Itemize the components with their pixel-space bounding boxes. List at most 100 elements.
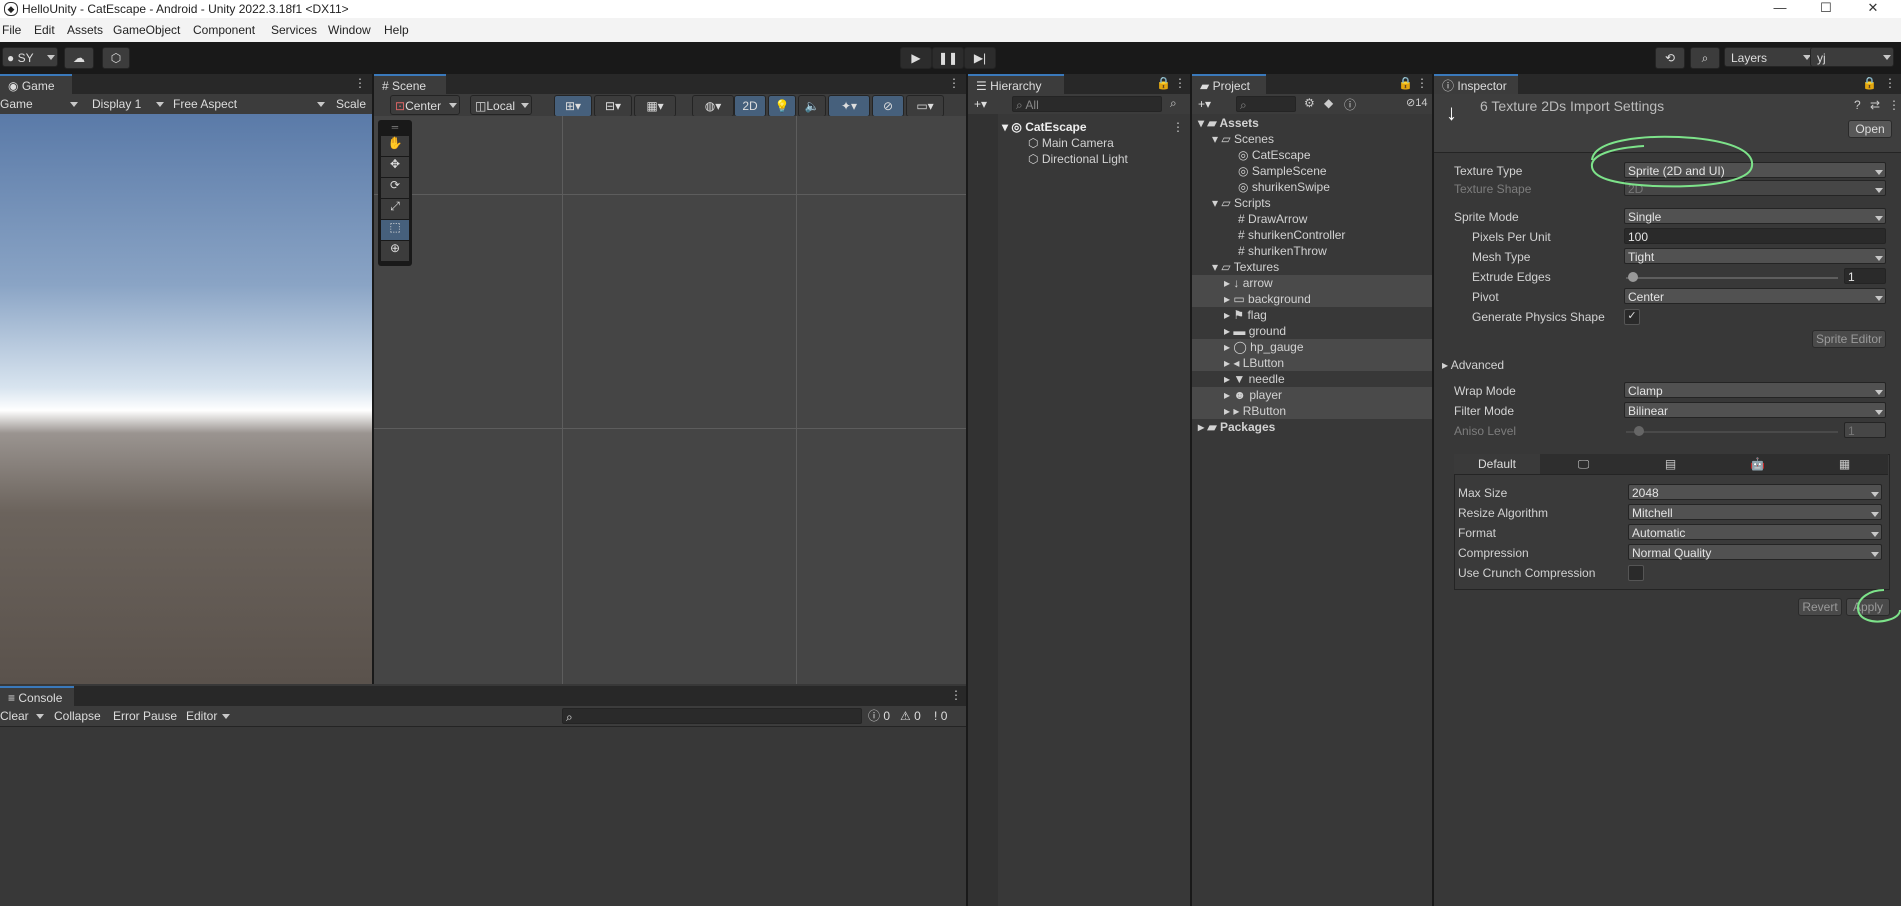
hierarchy-menu-icon[interactable]: ⋮ [1174, 76, 1186, 90]
camera-icon[interactable]: ▭▾ [906, 95, 944, 117]
packages-folder[interactable]: ▸ ▰ Packages [1198, 420, 1275, 434]
texture-asset[interactable]: ▸ ⚑ flag [1224, 308, 1267, 322]
menu-edit[interactable]: Edit [34, 23, 55, 37]
extrude-slider-thumb[interactable] [1628, 272, 1638, 282]
project-create-button[interactable]: +▾ [1198, 95, 1211, 113]
open-button[interactable]: Open [1848, 120, 1892, 138]
search-by-type-icon[interactable]: ⚙ [1304, 96, 1315, 110]
display-dropdown[interactable]: Display 1 [92, 95, 166, 113]
texture-asset[interactable]: ▸ ▭ background [1224, 292, 1311, 306]
grid-snap-icon[interactable]: ⊞▾ [554, 95, 592, 117]
close-icon[interactable]: ✕ [1850, 0, 1896, 18]
game-menu-icon[interactable]: ⋮ [354, 76, 366, 90]
script-asset[interactable]: # DrawArrow [1238, 212, 1307, 226]
play-button[interactable]: ▶ [900, 47, 932, 69]
inspector-menu-icon[interactable]: ⋮ [1884, 76, 1896, 90]
2d-toggle-button[interactable]: 2D [734, 95, 766, 117]
clear-dropdown[interactable]: Clear [0, 707, 46, 725]
lock-icon[interactable]: 🔒 [1398, 76, 1413, 90]
tab-game[interactable]: ◉ Game [0, 74, 72, 94]
menu-gameobject[interactable]: GameObject [113, 23, 180, 37]
scene-asset[interactable]: ◎ SampleScene [1238, 164, 1327, 178]
history-icon[interactable]: ⟲ [1655, 47, 1685, 69]
platform-tab-android-icon[interactable]: 🤖 [1714, 454, 1801, 474]
menu-help[interactable]: Help [384, 23, 409, 37]
step-button[interactable]: ▶| [964, 47, 996, 69]
draw-mode-icon[interactable]: ◍▾ [692, 95, 734, 117]
advanced-foldout[interactable]: ▸ Advanced [1442, 358, 1504, 372]
error-count[interactable]: ! 0 [934, 707, 947, 725]
tab-hierarchy[interactable]: ☰ Hierarchy [968, 74, 1064, 94]
assets-folder[interactable]: ▾ ▰ Assets [1198, 116, 1259, 130]
max-size-dropdown[interactable]: 2048 [1628, 484, 1882, 500]
pivot-local-dropdown[interactable]: ◫Local [470, 95, 532, 115]
saved-search-icon[interactable]: ⓘ [1344, 96, 1356, 113]
hand-tool-icon[interactable]: ✋ [381, 136, 409, 156]
texture-asset[interactable]: ▸ ▬ ground [1224, 324, 1286, 338]
lock-icon[interactable]: 🔒 [1862, 76, 1877, 90]
collab-icon[interactable]: ⬡ [102, 47, 130, 69]
hidden-objects-icon[interactable]: ⊘ [872, 95, 904, 117]
script-asset[interactable]: # shurikenThrow [1238, 244, 1327, 258]
scene-menu-icon[interactable]: ⋮ [948, 76, 960, 90]
texture-asset[interactable]: ▸ ☻ player [1224, 388, 1282, 402]
account-dropdown[interactable]: ● SY [2, 47, 58, 67]
pivot-center-dropdown[interactable]: ⊡Center [390, 95, 460, 115]
extrude-slider-track[interactable] [1626, 277, 1838, 279]
lock-icon[interactable]: 🔒 [1156, 76, 1171, 90]
scene-root-menu-icon[interactable]: ⋮ [1172, 120, 1184, 134]
layers-dropdown[interactable]: Layers [1724, 47, 1814, 67]
extrude-edges-input[interactable]: 1 [1844, 268, 1886, 284]
aniso-slider-track[interactable] [1626, 431, 1838, 433]
warning-count[interactable]: ⚠ 0 [900, 707, 921, 725]
editor-dropdown[interactable]: Editor [186, 707, 232, 725]
scene-viewport[interactable]: ═ ✋ ✥ ⟳ ⤢ ⬚ ⊕ [374, 116, 966, 684]
component-menu-icon[interactable]: ⋮ [1888, 98, 1900, 112]
scale-slider-label[interactable]: Scale [336, 95, 366, 113]
pixels-per-unit-input[interactable]: 100 [1624, 228, 1886, 244]
scene-search-icon[interactable]: ⌕ [1170, 96, 1177, 111]
overlay-handle-icon[interactable]: ═ [381, 122, 409, 136]
filter-mode-dropdown[interactable]: Bilinear [1624, 402, 1886, 418]
search-by-label-icon[interactable]: ◆ [1324, 96, 1333, 110]
menu-component[interactable]: Component [193, 23, 255, 37]
pivot-dropdown[interactable]: Center [1624, 288, 1886, 304]
physics-shape-checkbox[interactable]: ✓ [1624, 309, 1640, 325]
error-pause-button[interactable]: Error Pause [113, 707, 177, 725]
rotate-tool-icon[interactable]: ⟳ [381, 178, 409, 198]
console-menu-icon[interactable]: ⋮ [950, 688, 962, 702]
hierarchy-search-input[interactable]: ⌕ All [1012, 96, 1162, 112]
pause-button[interactable]: ❚❚ [932, 47, 964, 69]
snap-increment-icon[interactable]: ⊟▾ [594, 95, 632, 117]
mesh-type-dropdown[interactable]: Tight [1624, 248, 1886, 264]
create-button[interactable]: +▾ [974, 95, 987, 113]
scenes-folder[interactable]: ▾ ▱ Scenes [1212, 132, 1274, 146]
texture-asset[interactable]: ▸ ▼ needle [1224, 372, 1285, 386]
revert-button[interactable]: Revert [1798, 598, 1842, 616]
effects-icon[interactable]: ✦▾ [828, 95, 870, 117]
hidden-count[interactable]: ⊘14 [1406, 96, 1427, 109]
platform-tab-webgl-icon[interactable]: ▦ [1801, 454, 1888, 474]
menu-assets[interactable]: Assets [67, 23, 103, 37]
transform-tool-icon[interactable]: ⊕ [381, 241, 409, 261]
resize-algorithm-dropdown[interactable]: Mitchell [1628, 504, 1882, 520]
wrap-mode-dropdown[interactable]: Clamp [1624, 382, 1886, 398]
tab-scene[interactable]: # Scene [374, 74, 446, 94]
project-search-input[interactable]: ⌕ [1236, 96, 1296, 112]
scale-tool-icon[interactable]: ⤢ [381, 199, 409, 219]
help-icon[interactable]: ? [1854, 98, 1861, 112]
tab-inspector[interactable]: ⓘ Inspector [1434, 74, 1518, 94]
compression-dropdown[interactable]: Normal Quality [1628, 544, 1882, 560]
rect-tool-icon[interactable]: ⬚ [381, 220, 409, 240]
sprite-mode-dropdown[interactable]: Single [1624, 208, 1886, 224]
console-log-area[interactable] [0, 727, 966, 906]
scene-asset[interactable]: ◎ shurikenSwipe [1238, 180, 1330, 194]
hierarchy-item[interactable]: ⬡ Main Camera [1028, 136, 1114, 150]
aspect-dropdown[interactable]: Free Aspect [173, 95, 327, 113]
menu-services[interactable]: Services [271, 23, 317, 37]
audio-icon[interactable]: 🔈 [798, 95, 826, 117]
script-asset[interactable]: # shurikenController [1238, 228, 1345, 242]
collapse-button[interactable]: Collapse [54, 707, 101, 725]
platform-tab-default[interactable]: Default [1454, 454, 1540, 474]
menu-window[interactable]: Window [328, 23, 371, 37]
